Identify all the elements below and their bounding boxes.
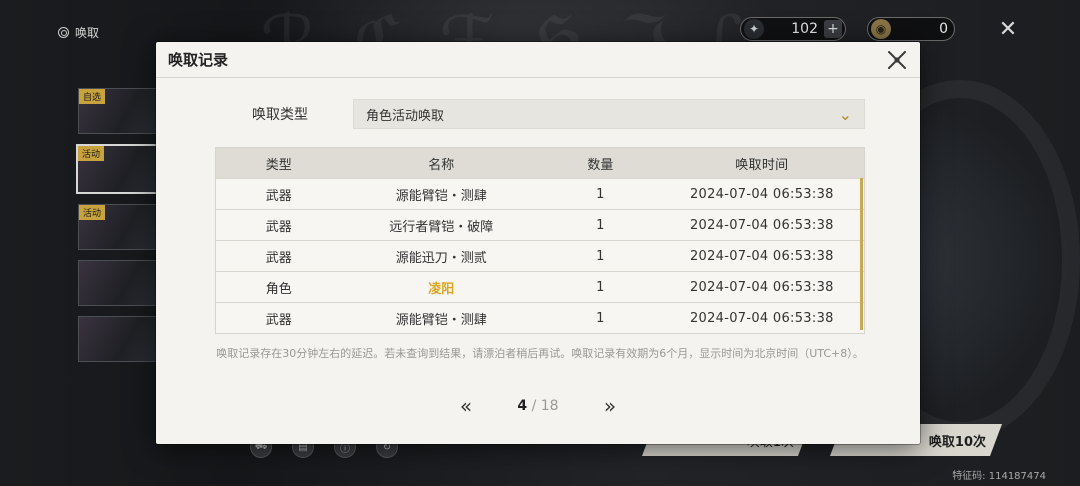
page-separator: / [531, 398, 537, 414]
cell-time: 2024-07-04 06:53:38 [689, 279, 834, 295]
coin-icon: ◉ [871, 19, 891, 39]
currency-astrite-value: 102 [791, 21, 818, 37]
cell-qty: 1 [596, 217, 605, 233]
star-icon: ✦ [744, 19, 764, 39]
currency-tide: ◉ 0 [867, 17, 955, 41]
dialog-close-icon[interactable] [886, 49, 908, 71]
table-row: 武器 源能臂铠・测肆 1 2024-07-04 06:53:38 [216, 178, 864, 209]
cell-qty: 1 [596, 279, 605, 295]
column-header-name: 名称 [428, 157, 455, 173]
cell-type: 武器 [265, 312, 292, 328]
chevron-down-icon: ⌄ [838, 104, 852, 124]
cell-time: 2024-07-04 06:53:38 [689, 310, 834, 326]
cell-type: 角色 [265, 281, 292, 297]
pagination: « 4 / 18 » [456, 394, 620, 418]
delay-notice: 唤取记录存在30分钟左右的延迟。若未查询到结果，请漂泊者稍后再试。唤取记录有效期… [216, 347, 864, 360]
convene-type-label: 唤取类型 [252, 107, 308, 123]
cell-time: 2024-07-04 06:53:38 [689, 186, 834, 202]
column-header-qty: 数量 [587, 157, 614, 173]
cell-time: 2024-07-04 06:53:38 [689, 217, 834, 233]
total-pages: 18 [540, 398, 559, 414]
cell-name-highlight: 凌阳 [428, 281, 455, 297]
prev-page-button[interactable]: « [456, 394, 476, 418]
cell-time: 2024-07-04 06:53:38 [689, 248, 834, 264]
banner-item[interactable]: 自选 [78, 88, 158, 134]
banner-tag: 活动 [78, 146, 105, 161]
column-header-type: 类型 [265, 157, 292, 173]
close-icon[interactable]: ✕ [996, 18, 1020, 42]
cell-type: 武器 [265, 219, 292, 235]
table-row: 角色 凌阳 1 2024-07-04 06:53:38 [216, 271, 864, 302]
cell-name: 源能臂铠・测肆 [395, 188, 487, 204]
convene-history-dialog: 唤取记录 唤取类型 角色活动唤取 ⌄ 类型 名称 数量 唤取时间 武器 源能臂铠… [156, 42, 920, 444]
banner-item[interactable] [78, 260, 158, 306]
banner-item[interactable] [78, 316, 158, 362]
convene-type-value: 角色活动唤取 [366, 108, 445, 124]
banner-tag: 活动 [79, 205, 106, 220]
currency-tide-value: 0 [939, 21, 948, 37]
add-currency-button[interactable]: + [824, 20, 842, 38]
banner-item-active[interactable]: 活动 [76, 144, 160, 194]
convene-label-text: 唤取 [75, 26, 100, 40]
column-header-time: 唤取时间 [735, 157, 789, 173]
dialog-title: 唤取记录 [168, 51, 229, 69]
table-row: 武器 源能臂铠・测肆 1 2024-07-04 06:53:38 [216, 302, 864, 333]
banner-tag: 自选 [79, 89, 106, 104]
convene-menu-label[interactable]: 唤取 [58, 24, 99, 41]
page-indicator: 4 / 18 [517, 398, 558, 414]
banner-item[interactable]: 活动 [78, 204, 158, 250]
currency-astrite: ✦ 102 + [740, 17, 846, 41]
cell-name: 源能臂铠・测肆 [395, 312, 487, 328]
cell-qty: 1 [596, 310, 605, 326]
records-table: 类型 名称 数量 唤取时间 武器 源能臂铠・测肆 1 2024-07-04 06… [215, 147, 865, 334]
table-header: 类型 名称 数量 唤取时间 [216, 148, 864, 178]
dialog-header: 唤取记录 [156, 42, 920, 78]
cell-qty: 1 [596, 248, 605, 264]
convene-type-dropdown[interactable]: 角色活动唤取 ⌄ [353, 99, 865, 129]
cell-name: 源能迅刀・测贰 [395, 250, 487, 266]
table-scrollbar[interactable] [860, 178, 863, 330]
table-row: 武器 远行者臂铠・破障 1 2024-07-04 06:53:38 [216, 209, 864, 240]
current-page: 4 [517, 398, 528, 414]
next-page-button[interactable]: » [600, 394, 620, 418]
convene-icon [58, 27, 69, 38]
cell-type: 武器 [265, 250, 292, 266]
cell-type: 武器 [265, 188, 292, 204]
uid-text: 特征码: 114187474 [952, 471, 1046, 482]
cell-name: 远行者臂铠・破障 [389, 219, 494, 235]
cell-qty: 1 [596, 186, 605, 202]
convene-type-row: 唤取类型 角色活动唤取 ⌄ [252, 99, 865, 129]
table-row: 武器 源能迅刀・测贰 1 2024-07-04 06:53:38 [216, 240, 864, 271]
